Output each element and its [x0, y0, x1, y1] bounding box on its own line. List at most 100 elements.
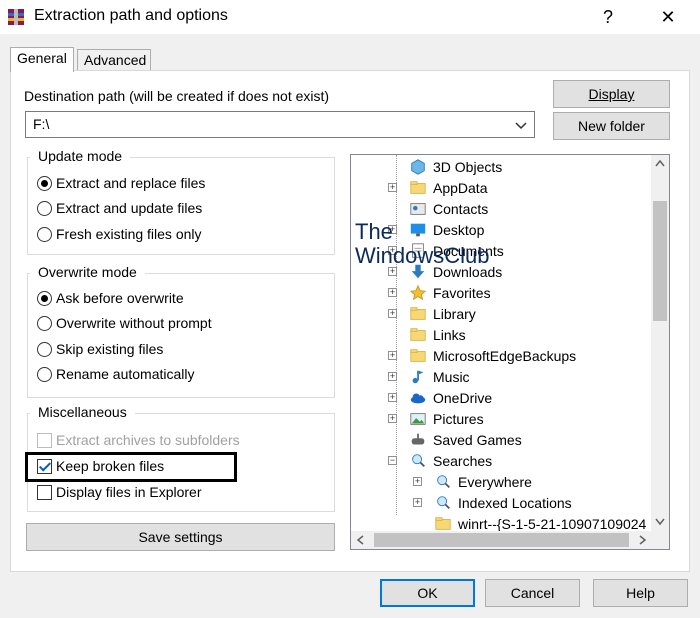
folder-icon [410, 307, 426, 320]
help-title-button[interactable]: ? [588, 3, 628, 31]
checkbox[interactable] [37, 485, 52, 500]
expand-icon[interactable]: + [413, 498, 422, 507]
tree-item-label: Library [433, 306, 476, 322]
tree-item-label: Pictures [433, 411, 484, 427]
tree-item-label: OneDrive [433, 390, 493, 406]
scroll-up-icon[interactable] [655, 159, 665, 167]
3d-objects-icon [411, 159, 425, 175]
tab-general[interactable]: General [10, 47, 74, 72]
vertical-scroll-thumb[interactable] [653, 201, 667, 321]
tree-item[interactable]: Saved Games [351, 430, 651, 451]
checkbox-display-in-explorer[interactable]: Display files in Explorer [37, 484, 202, 504]
tree-item[interactable]: 3D Objects [351, 157, 651, 178]
horizontal-scroll-thumb[interactable] [374, 533, 629, 547]
radio-button[interactable] [37, 316, 52, 331]
tree-item[interactable]: − Searches [351, 451, 651, 472]
tree-item-label: Saved Games [433, 432, 522, 448]
close-window-button[interactable]: ✕ [648, 3, 688, 31]
tree-item[interactable]: + MicrosoftEdgeBackups [351, 346, 651, 367]
destination-path-value: F:\ [33, 116, 50, 132]
horizontal-scrollbar[interactable] [351, 531, 652, 549]
scroll-left-icon[interactable] [356, 535, 364, 545]
checkbox-label: Display files in Explorer [56, 484, 202, 500]
checkbox-label: Extract archives to subfolders [56, 432, 240, 448]
collapse-icon[interactable]: − [388, 456, 397, 465]
radio-extract-update[interactable]: Extract and update files [37, 200, 202, 220]
watermark: The WindowsClub [355, 220, 490, 268]
watermark-line2: WindowsClub [355, 243, 490, 268]
tree-item[interactable]: Links [351, 325, 651, 346]
contacts-icon [410, 203, 426, 215]
radio-label: Rename automatically [56, 366, 195, 382]
radio-fresh-existing[interactable]: Fresh existing files only [37, 226, 202, 246]
radio-label: Skip existing files [56, 341, 164, 357]
folder-icon [410, 328, 426, 341]
scroll-right-icon[interactable] [639, 535, 647, 545]
display-button[interactable]: Display [553, 80, 670, 108]
expand-icon[interactable]: + [388, 288, 397, 297]
radio-label: Fresh existing files only [56, 226, 202, 242]
folder-icon [410, 181, 426, 194]
radio-button[interactable] [37, 176, 52, 191]
chevron-down-icon[interactable] [514, 118, 528, 132]
tree-item[interactable]: + Favorites [351, 283, 651, 304]
overwrite-mode-title: Overwrite mode [30, 264, 145, 280]
radio-button[interactable] [37, 367, 52, 382]
help-button[interactable]: Help [593, 579, 688, 607]
tree-item-label: Music [433, 369, 470, 385]
expand-icon[interactable]: + [388, 351, 397, 360]
expand-icon[interactable]: + [388, 183, 397, 192]
radio-extract-replace[interactable]: Extract and replace files [37, 175, 205, 195]
radio-button[interactable] [37, 291, 52, 306]
tree-item-label: 3D Objects [433, 159, 503, 175]
ok-button[interactable]: OK [380, 579, 475, 607]
expand-icon[interactable]: + [388, 393, 397, 402]
tree-item[interactable]: + Indexed Locations [351, 493, 651, 514]
tree-item[interactable]: + Pictures [351, 409, 651, 430]
update-mode-title: Update mode [30, 148, 131, 164]
star-icon [409, 284, 427, 301]
miscellaneous-title: Miscellaneous [30, 404, 135, 420]
music-icon [412, 370, 424, 384]
radio-rename-automatically[interactable]: Rename automatically [37, 366, 195, 386]
tree-item-label: Favorites [433, 285, 491, 301]
tree-item[interactable]: + Everywhere [351, 472, 651, 493]
folder-tree[interactable]: 3D Objects + AppData Contacts + Desktop + Docum… [350, 154, 670, 550]
tree-item-label: MicrosoftEdgeBackups [433, 348, 577, 364]
radio-ask-before-overwrite[interactable]: Ask before overwrite [37, 290, 184, 310]
checkbox-extract-to-subfolders: Extract archives to subfolders [37, 432, 240, 452]
display-button-label: Display [588, 86, 635, 102]
annotation-highlight-box [25, 452, 237, 482]
new-folder-button[interactable]: New folder [553, 112, 670, 140]
tree-item[interactable]: + Library [351, 304, 651, 325]
radio-overwrite-without-prompt[interactable]: Overwrite without prompt [37, 315, 212, 335]
tree-item[interactable]: + AppData [351, 178, 651, 199]
radio-label: Ask before overwrite [56, 290, 184, 306]
expand-icon[interactable]: + [413, 477, 422, 486]
cloud-icon [410, 393, 426, 404]
tree-item[interactable]: + OneDrive [351, 388, 651, 409]
destination-path-combobox[interactable]: F:\ [25, 111, 535, 138]
radio-button[interactable] [37, 342, 52, 357]
expand-icon[interactable]: + [388, 309, 397, 318]
tree-item-label: AppData [433, 180, 488, 196]
radio-button[interactable] [37, 227, 52, 242]
save-settings-button[interactable]: Save settings [26, 523, 335, 551]
expand-icon[interactable]: + [388, 372, 397, 381]
tree-item[interactable]: Contacts [351, 199, 651, 220]
tree-item-label: Indexed Locations [458, 495, 572, 511]
cancel-button[interactable]: Cancel [485, 579, 580, 607]
tab-advanced[interactable]: Advanced [77, 49, 151, 71]
scroll-down-icon[interactable] [655, 518, 665, 526]
vertical-scrollbar[interactable] [651, 155, 669, 532]
expand-icon[interactable]: + [388, 267, 397, 276]
expand-icon[interactable]: + [388, 414, 397, 423]
title-bar: Extraction path and options ? ✕ [0, 0, 700, 34]
destination-path-label: Destination path (will be created if doe… [24, 88, 330, 104]
window-title: Extraction path and options [34, 7, 228, 24]
tree-item[interactable]: + Music [351, 367, 651, 388]
radio-skip-existing[interactable]: Skip existing files [37, 341, 163, 361]
radio-label: Extract and replace files [56, 175, 206, 191]
radio-button[interactable] [37, 201, 52, 216]
tree-item-label: winrt--{S-1-5-21-10907109024 [458, 516, 647, 532]
